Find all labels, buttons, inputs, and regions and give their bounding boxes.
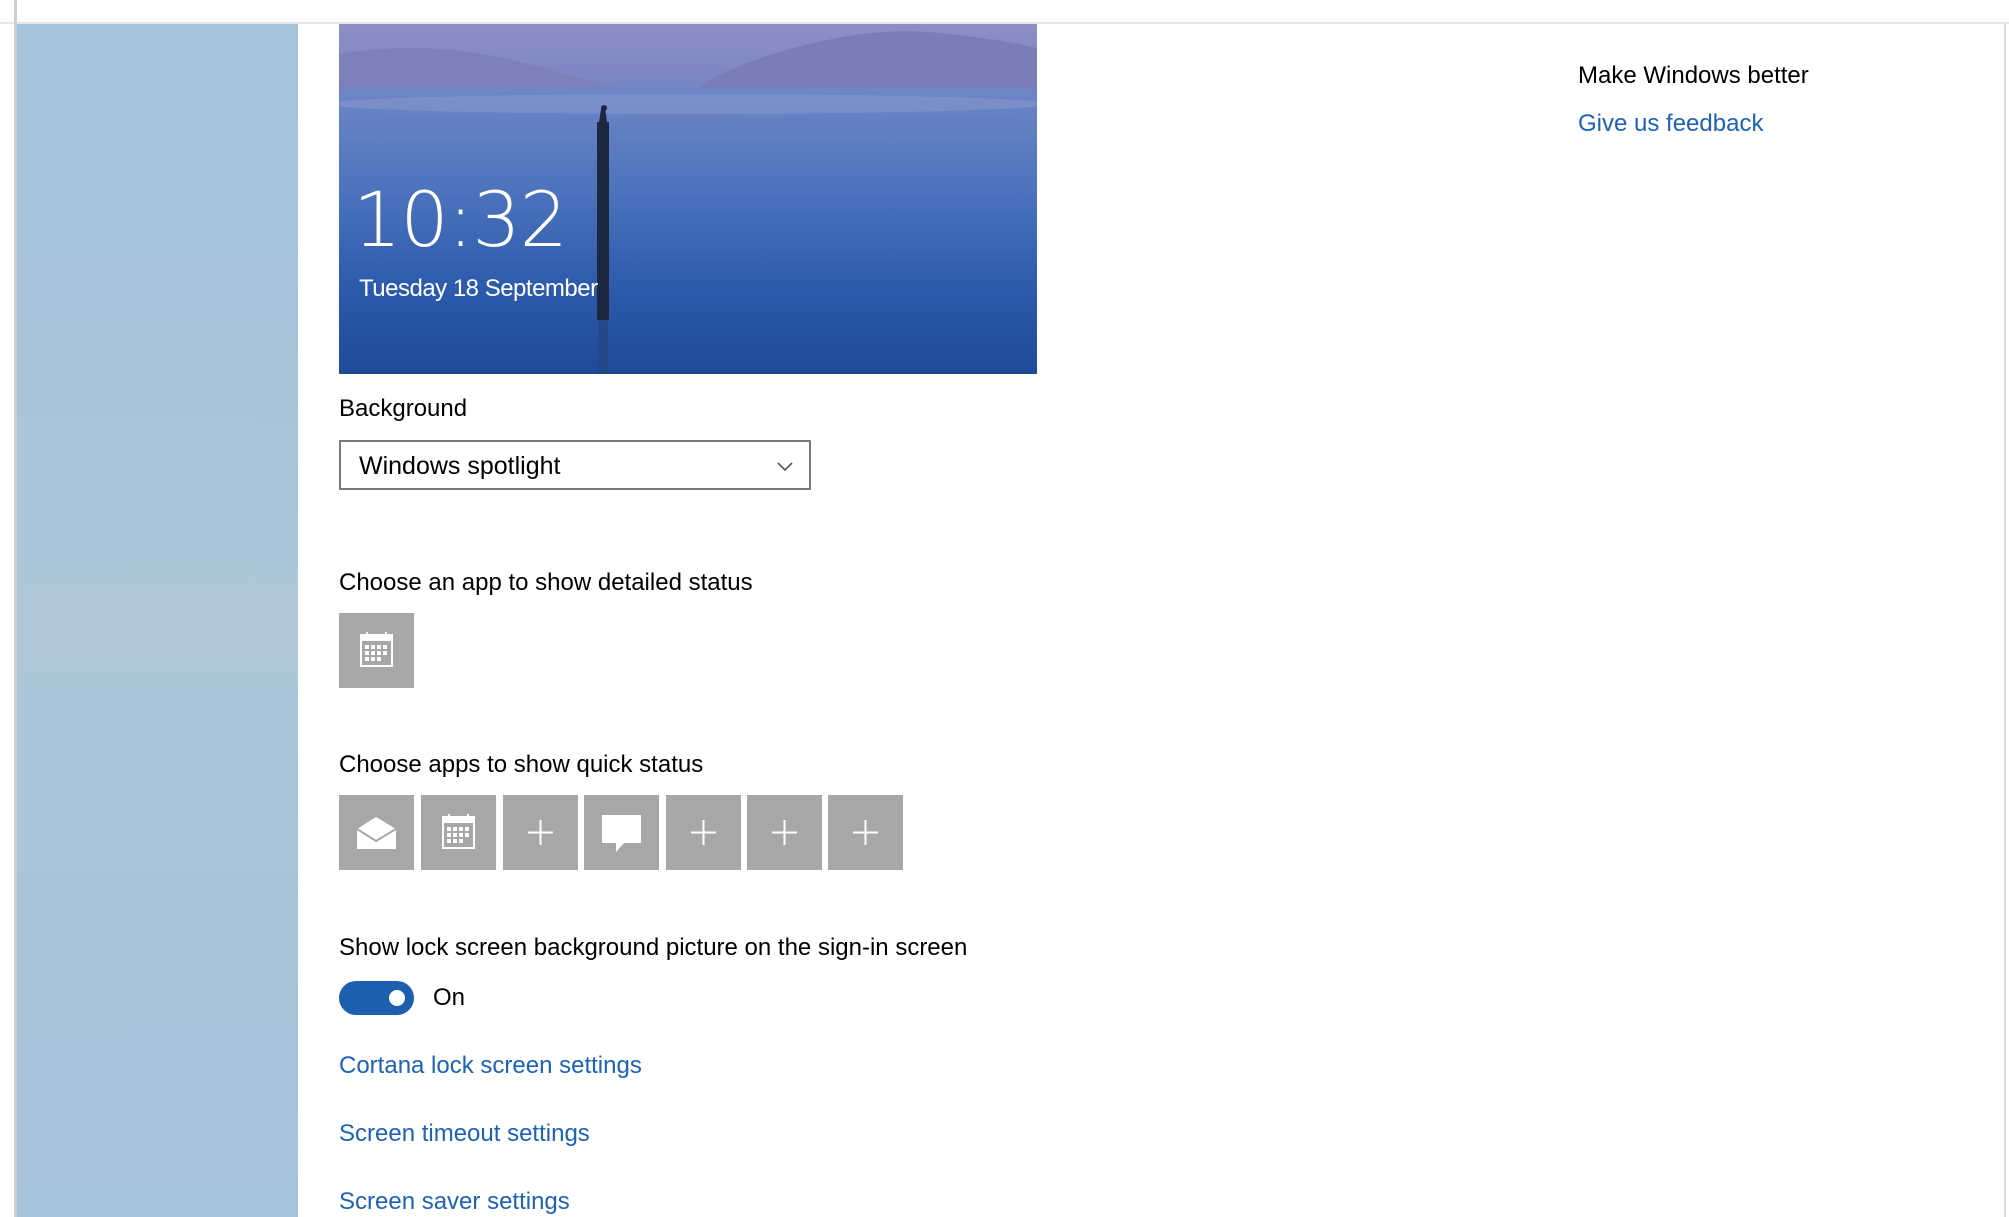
give-feedback-link[interactable]: Give us feedback: [1578, 110, 1763, 138]
sidebar-background: [17, 24, 298, 1217]
chevron-down-icon: [777, 462, 793, 472]
screen-timeout-settings-link[interactable]: Screen timeout settings: [339, 1120, 590, 1148]
make-windows-better-heading: Make Windows better: [1578, 62, 1809, 89]
lock-screen-preview: 10:32 Tuesday 18 September: [339, 24, 1037, 374]
calendar-icon: [360, 632, 393, 667]
quick-status-slot-5[interactable]: [666, 795, 741, 870]
preview-clock: 10:32: [353, 175, 568, 264]
detailed-status-app-button[interactable]: [339, 613, 414, 688]
quick-status-slot-6[interactable]: [747, 795, 822, 870]
quick-status-label: Choose apps to show quick status: [339, 751, 704, 778]
toggle-state-label: On: [433, 984, 466, 1011]
message-icon: [602, 815, 641, 852]
toggle-knob: [389, 990, 405, 1006]
detailed-status-label: Choose an app to show detailed status: [339, 569, 753, 596]
signin-background-label: Show lock screen background picture on t…: [339, 934, 968, 961]
preview-date: Tuesday 18 September: [359, 275, 598, 302]
quick-status-slot-3[interactable]: [503, 795, 578, 870]
quick-status-slot-4[interactable]: [584, 795, 659, 870]
background-label: Background: [339, 395, 468, 422]
background-dropdown-value: Windows spotlight: [359, 452, 561, 480]
plus-icon: [772, 820, 797, 845]
screen-saver-settings-link[interactable]: Screen saver settings: [339, 1188, 570, 1216]
quick-status-slot-7[interactable]: [828, 795, 903, 870]
cortana-lock-screen-settings-link[interactable]: Cortana lock screen settings: [339, 1052, 642, 1080]
plus-icon: [691, 820, 716, 845]
scrollbar-track[interactable]: [2004, 24, 2006, 1217]
plus-icon: [853, 820, 878, 845]
quick-status-slot-1[interactable]: [339, 795, 414, 870]
mail-icon: [356, 817, 397, 849]
plus-icon: [528, 820, 553, 845]
quick-status-slot-2[interactable]: [421, 795, 496, 870]
background-dropdown[interactable]: Windows spotlight: [339, 440, 811, 490]
signin-background-toggle[interactable]: [339, 981, 414, 1015]
calendar-icon: [442, 814, 475, 849]
top-bar: [0, 0, 2009, 24]
